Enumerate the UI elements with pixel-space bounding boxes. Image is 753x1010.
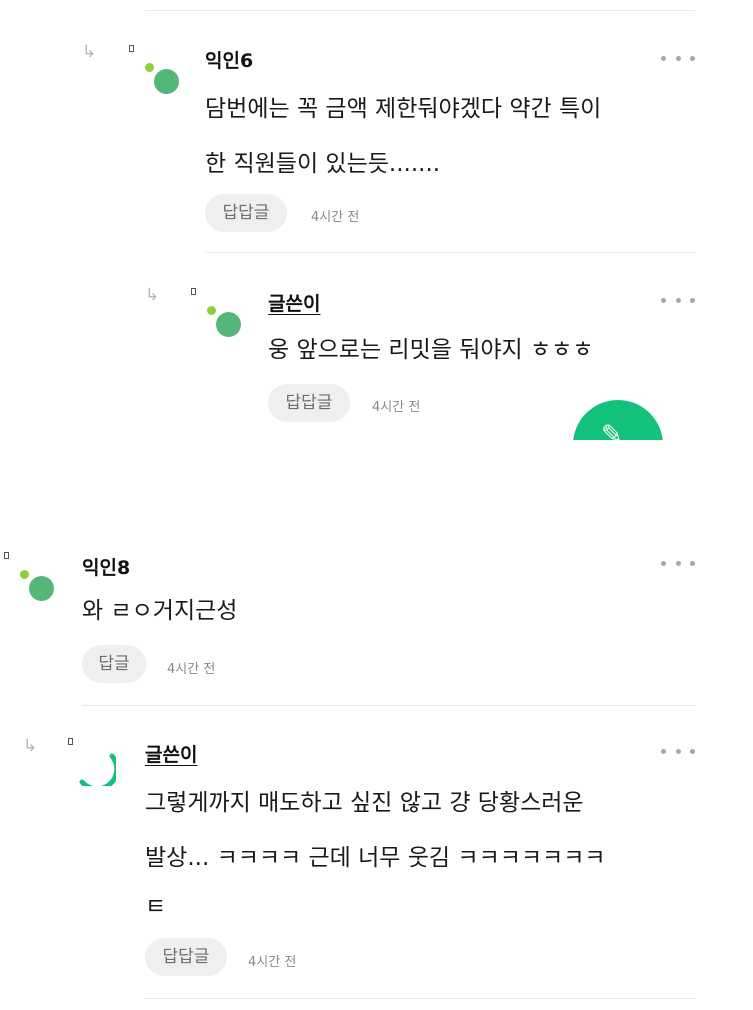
more-options-icon[interactable] [661, 295, 695, 305]
reply-text-line: 발상... ㅋㅋㅋㅋ 근데 너무 웃김 ㅋㅋㅋㅋㅋㅋㅋ [145, 845, 606, 871]
divider [205, 252, 695, 253]
write-icon: ✎ [601, 420, 623, 440]
reply-arrow-icon: ↳ [145, 285, 160, 305]
comment-author[interactable]: 익인8 [82, 553, 130, 580]
more-options-icon[interactable] [661, 746, 695, 756]
comment-thread-top: ↳ 익인6 담번에는 꼭 금액 제한둬야겠다 약간 특이 한 직원들이 있는듯.… [0, 0, 753, 440]
more-options-icon[interactable] [661, 53, 695, 63]
avatar[interactable] [135, 56, 179, 100]
reply-timestamp: 4시간 전 [248, 955, 297, 970]
divider [145, 10, 695, 11]
reply-text-line: ㅌ [145, 894, 167, 920]
reply-author[interactable]: 글쓴이 [145, 740, 197, 767]
placeholder-image-icon [4, 552, 9, 559]
comment-author[interactable]: 익인6 [205, 46, 253, 73]
reply-button[interactable]: 답답글 [268, 384, 350, 422]
reply-text-line: 웅 앞으로는 리밋을 둬야지 ㅎㅎㅎ [268, 337, 594, 363]
loading-spinner-icon [79, 753, 116, 786]
write-fab-button[interactable]: ✎ [573, 400, 663, 440]
reply-arrow-icon: ↳ [23, 736, 38, 756]
comment-text-line: 와 ㄹㅇ거지근성 [82, 598, 238, 624]
divider [145, 998, 695, 999]
divider [82, 705, 695, 706]
avatar[interactable] [10, 563, 54, 607]
reply-arrow-icon: ↳ [82, 42, 97, 62]
reply-button[interactable]: 답답글 [205, 194, 287, 232]
comment-thread-bottom: 익인8 와 ㄹㅇ거지근성 답글 4시간 전 ↳ 글쓴이 그렇게까지 매도하고 싶… [0, 520, 753, 1010]
comment-timestamp: 4시간 전 [311, 210, 360, 225]
reply-author[interactable]: 글쓴이 [268, 289, 320, 316]
more-options-icon[interactable] [661, 558, 695, 568]
placeholder-image-icon [191, 288, 196, 295]
reply-timestamp: 4시간 전 [372, 400, 421, 415]
placeholder-image-icon [129, 45, 134, 52]
reply-button[interactable]: 답글 [82, 645, 146, 683]
reply-button[interactable]: 답답글 [145, 938, 227, 976]
comment-timestamp: 4시간 전 [167, 662, 216, 677]
reply-text-line: 그렇게까지 매도하고 싶진 않고 걍 당황스러운 [145, 790, 584, 816]
avatar[interactable] [197, 299, 241, 343]
comment-text-line: 한 직원들이 있는듯....... [205, 151, 441, 177]
comment-text-line: 담번에는 꼭 금액 제한둬야겠다 약간 특이 [205, 96, 602, 122]
